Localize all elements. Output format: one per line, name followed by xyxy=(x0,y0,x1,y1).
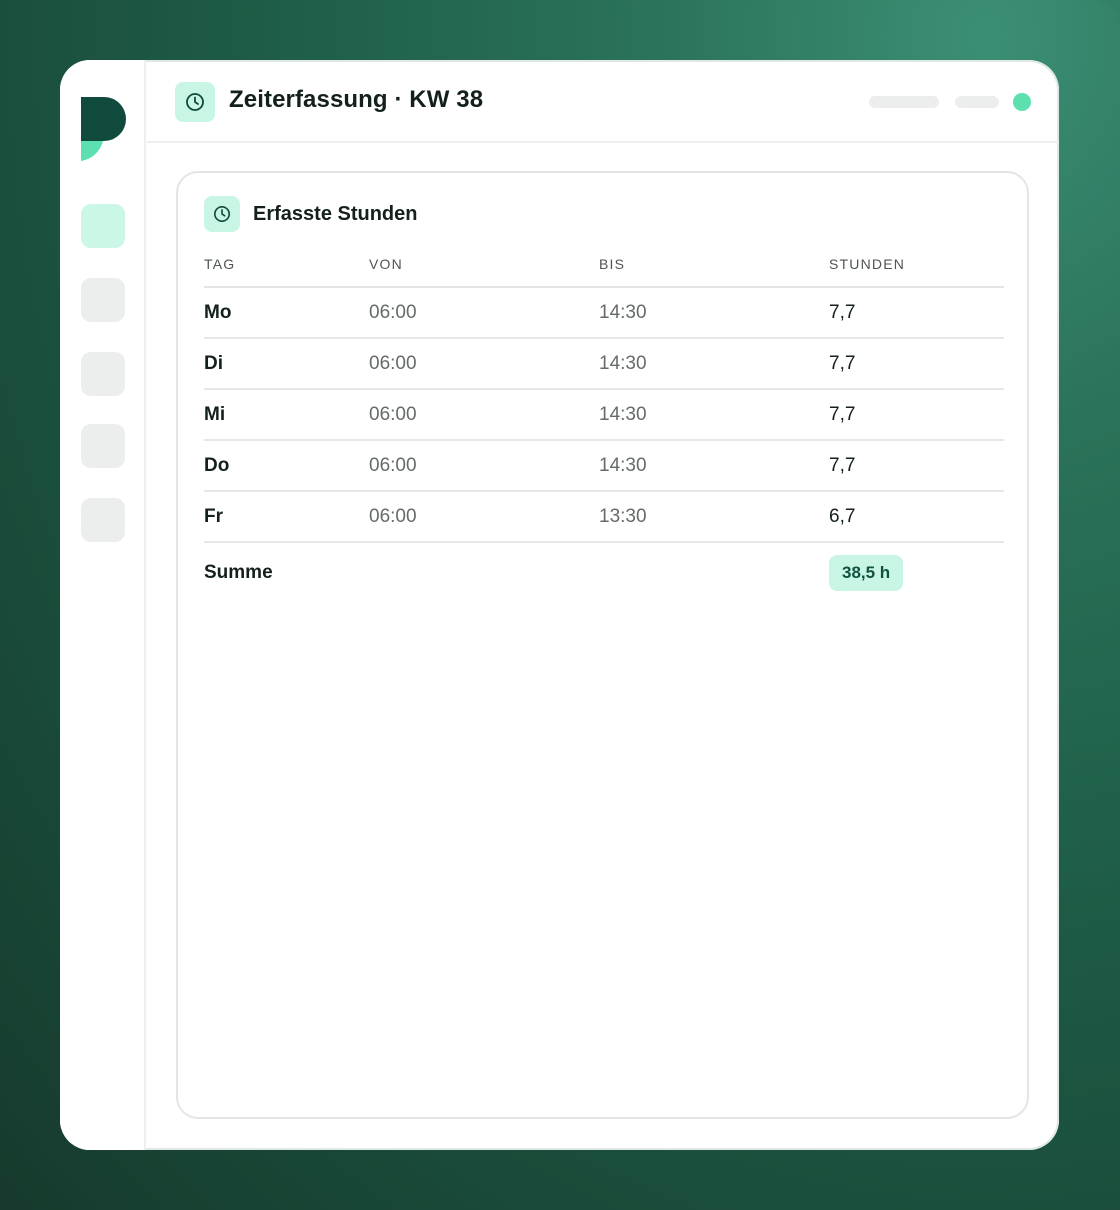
cell-day: Mo xyxy=(204,287,369,339)
sidebar-item-time-tracking[interactable] xyxy=(81,204,125,248)
cell-from: 06:00 xyxy=(369,389,599,441)
background: Zeiterfassung · KW 38 Erfasste Stunden T… xyxy=(0,0,1120,1210)
column-header-from: VON xyxy=(369,247,599,288)
header: Zeiterfassung · KW 38 xyxy=(147,60,1059,143)
cell-from: 06:00 xyxy=(369,440,599,492)
cell-day: Fr xyxy=(204,491,369,543)
cell-from: 06:00 xyxy=(369,287,599,339)
cell-to: 14:30 xyxy=(599,338,829,390)
sidebar xyxy=(60,60,146,1150)
sum-row: Summe 38,5 h xyxy=(204,542,1004,602)
sidebar-item-5[interactable] xyxy=(81,498,125,542)
table-row: Di 06:00 14:30 7,7 xyxy=(204,338,1004,390)
sidebar-item-3[interactable] xyxy=(81,352,125,396)
sum-label: Summe xyxy=(204,561,273,583)
table-header-row: TAG VON BIS STUNDEN xyxy=(204,247,1004,288)
cell-hours: 7,7 xyxy=(829,440,1004,492)
column-header-to: BIS xyxy=(599,247,829,288)
sidebar-item-4[interactable] xyxy=(81,424,125,468)
column-header-day: TAG xyxy=(204,247,369,288)
cell-day: Mi xyxy=(204,389,369,441)
status-indicator xyxy=(1013,93,1031,111)
cell-from: 06:00 xyxy=(369,491,599,543)
cell-hours: 6,7 xyxy=(829,491,1004,543)
clock-icon xyxy=(175,82,215,122)
header-placeholder-1 xyxy=(869,96,939,108)
page-title: Zeiterfassung · KW 38 xyxy=(229,86,484,113)
cell-to: 14:30 xyxy=(599,389,829,441)
table-row: Mi 06:00 14:30 7,7 xyxy=(204,389,1004,441)
cell-day: Di xyxy=(204,338,369,390)
cell-to: 14:30 xyxy=(599,287,829,339)
card-title: Erfasste Stunden xyxy=(253,203,418,225)
empty-cell xyxy=(599,542,829,602)
column-header-hours: STUNDEN xyxy=(829,247,1004,288)
app-logo xyxy=(81,97,126,161)
cell-from: 06:00 xyxy=(369,338,599,390)
cell-hours: 7,7 xyxy=(829,338,1004,390)
hours-table: TAG VON BIS STUNDEN Mo 06:00 14:30 7,7 D… xyxy=(204,247,1004,602)
clock-icon xyxy=(204,196,240,232)
app-window: Zeiterfassung · KW 38 Erfasste Stunden T… xyxy=(60,60,1059,1150)
table-row: Mo 06:00 14:30 7,7 xyxy=(204,287,1004,339)
cell-hours: 7,7 xyxy=(829,287,1004,339)
cell-day: Do xyxy=(204,440,369,492)
hours-card: Erfasste Stunden TAG VON BIS STUNDEN Mo … xyxy=(176,171,1029,1119)
sidebar-item-2[interactable] xyxy=(81,278,125,322)
sum-cell: 38,5 h xyxy=(829,542,1004,602)
table-row: Do 06:00 14:30 7,7 xyxy=(204,440,1004,492)
cell-hours: 7,7 xyxy=(829,389,1004,441)
table-row: Fr 06:00 13:30 6,7 xyxy=(204,491,1004,543)
cell-to: 13:30 xyxy=(599,491,829,543)
empty-cell xyxy=(369,542,599,602)
sum-badge: 38,5 h xyxy=(829,554,904,591)
header-placeholder-2 xyxy=(955,96,999,108)
cell-to: 14:30 xyxy=(599,440,829,492)
